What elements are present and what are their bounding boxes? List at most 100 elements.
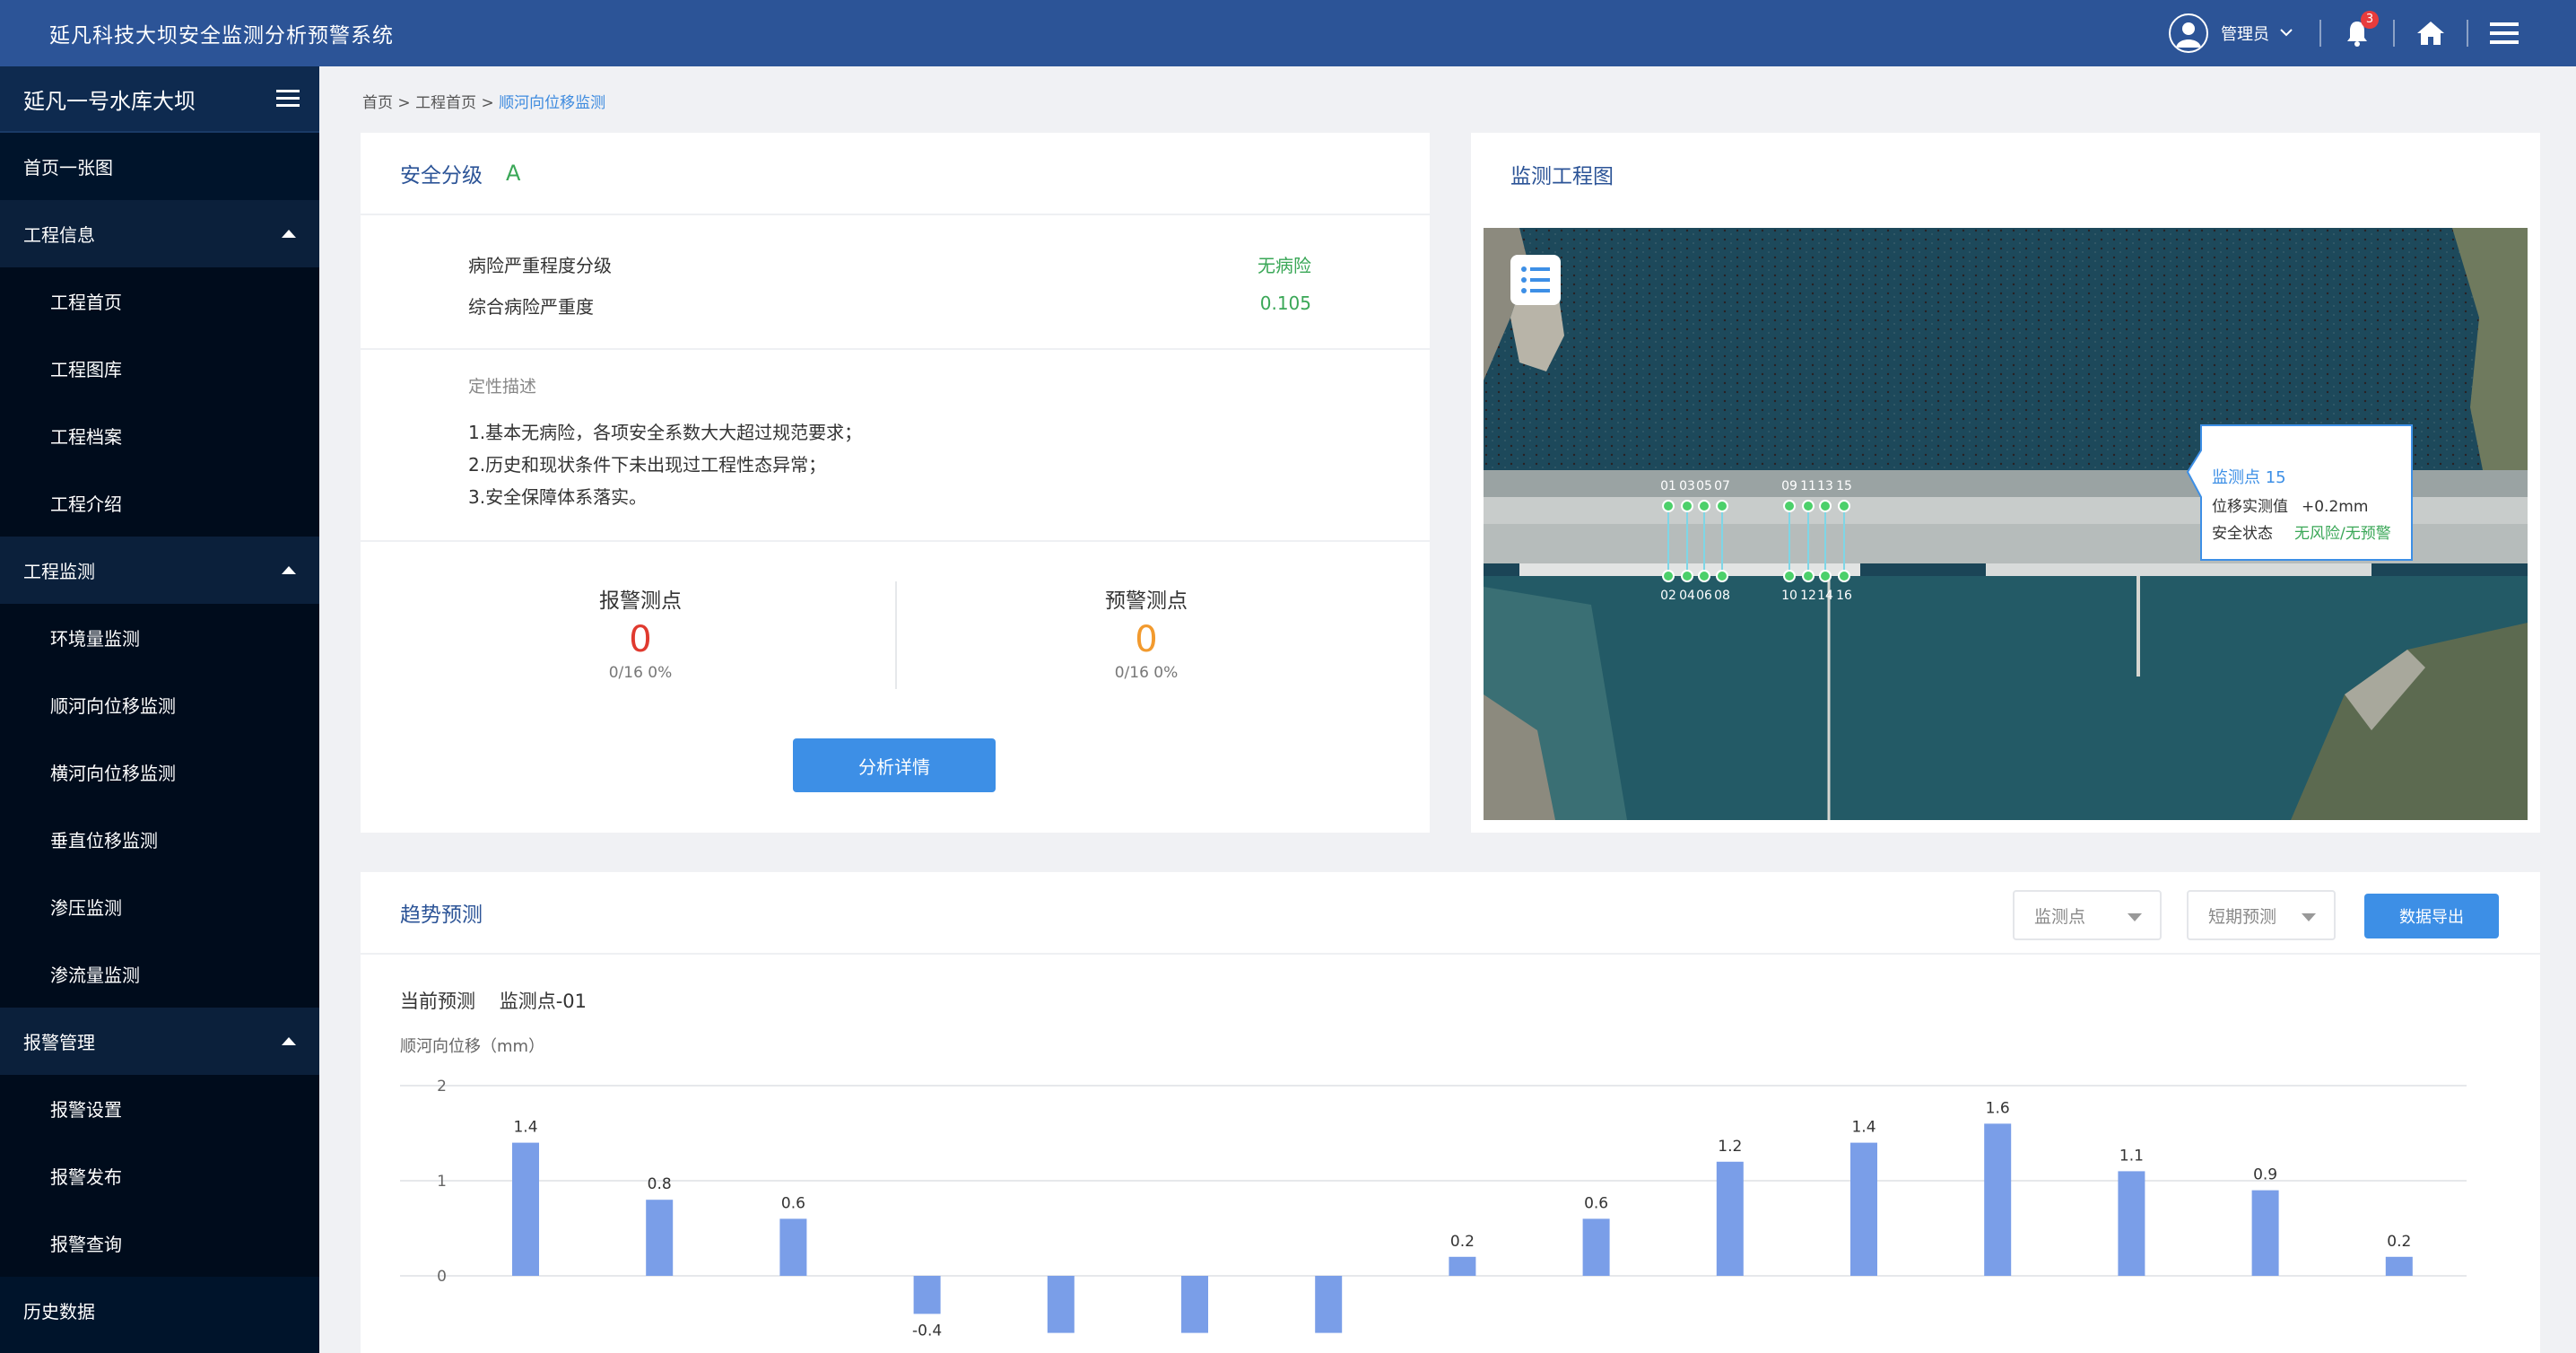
divider: [361, 348, 1430, 350]
map-canvas[interactable]: 01 02 03 04 05 06 07 08 09 10 11 12 13 14 15 16 监测点 15 …: [1484, 228, 2528, 820]
top-header: 延凡科技大坝安全监测分析预警系统 管理员 3: [0, 0, 2576, 66]
sidebar-item-label: 垂直位移监测: [50, 830, 158, 851]
monitoring-point-marker[interactable]: [1802, 500, 1815, 512]
bar-value-label: 1.4: [1851, 1119, 1875, 1137]
chart-bar[interactable]: [1984, 1123, 2012, 1276]
chart-bar[interactable]: [1181, 1276, 1208, 1333]
sidebar-item[interactable]: 历史数据: [0, 1277, 319, 1344]
sidebar-item-label: 历史数据: [23, 1301, 95, 1322]
sidebar-item[interactable]: 渗流量监测: [0, 940, 319, 1008]
sidebar-item[interactable]: 环境量监测: [0, 604, 319, 671]
sidebar-item[interactable]: 报警设置: [0, 1075, 319, 1142]
select-value: 监测点: [2034, 906, 2086, 927]
chart-bar[interactable]: [1716, 1161, 1744, 1276]
sidebar: 延凡一号水库大坝 首页一张图工程信息工程首页工程图库工程档案工程介绍工程监测环境…: [0, 66, 319, 1353]
user-name[interactable]: 管理员: [2221, 22, 2269, 45]
map-list-button[interactable]: [1510, 255, 1561, 305]
risk-level-value: 无病险: [1258, 255, 1311, 276]
sidebar-item[interactable]: 工程首页: [0, 267, 319, 335]
sidebar-item[interactable]: 横河向位移监测: [0, 738, 319, 806]
bar-value-label: 0.6: [781, 1194, 805, 1212]
sidebar-item[interactable]: 工程档案: [0, 402, 319, 469]
description-line: 3.安全保障体系落实。: [468, 486, 648, 508]
chart-bar[interactable]: [2385, 1256, 2413, 1276]
chart-bar[interactable]: [1449, 1256, 1476, 1276]
home-icon[interactable]: [2395, 0, 2467, 66]
monitoring-point-marker[interactable]: [1716, 500, 1728, 512]
sidebar-item-label: 报警查询: [50, 1234, 122, 1255]
bell-icon[interactable]: 3: [2321, 0, 2393, 66]
chart-bar[interactable]: [646, 1200, 674, 1276]
tooltip-label: 安全状态: [2212, 525, 2273, 543]
collapse-menu-icon[interactable]: [276, 88, 300, 115]
warning-points-ratio: 0/16 0%: [1114, 664, 1179, 682]
chart-bar[interactable]: [2118, 1171, 2145, 1276]
point-label: 15: [1836, 479, 1852, 493]
monitoring-point-marker[interactable]: [1802, 570, 1815, 582]
breadcrumb-current: 顺河向位移监测: [499, 94, 606, 112]
user-avatar-icon[interactable]: [2169, 13, 2208, 53]
sidebar-group[interactable]: 报警管理: [0, 1008, 319, 1075]
monitoring-point-marker[interactable]: [1783, 570, 1796, 582]
sidebar-item[interactable]: 顺河向位移监测: [0, 671, 319, 738]
sidebar-group[interactable]: 工程监测: [0, 537, 319, 604]
sidebar-item[interactable]: 工程图库: [0, 335, 319, 402]
monitoring-point-marker[interactable]: [1698, 570, 1710, 582]
chart-bar[interactable]: [779, 1218, 807, 1276]
chart-bar[interactable]: [1850, 1142, 1877, 1276]
point-label: 11: [1800, 479, 1816, 493]
chevron-down-icon[interactable]: [2280, 26, 2293, 40]
card-header: 监测工程图: [1471, 133, 2540, 215]
chart-bar[interactable]: [1047, 1276, 1075, 1333]
sidebar-item-label: 工程图库: [50, 359, 122, 380]
monitoring-point-marker[interactable]: [1838, 570, 1850, 582]
displacement-bar-chart: 2 1 0 1.4 0.8 0.6 -0.4 0.2 0.6 1.2 1.4 1.6 1.1 0.9 0.2: [400, 1078, 2467, 1340]
monitoring-point-marker[interactable]: [1662, 570, 1675, 582]
point-label: 07: [1714, 479, 1730, 493]
chart-bar[interactable]: [1582, 1218, 1610, 1276]
monitoring-point-marker[interactable]: [1716, 570, 1728, 582]
caret-up-icon[interactable]: [282, 566, 296, 574]
monitoring-point-marker[interactable]: [1698, 500, 1710, 512]
monitoring-point-marker[interactable]: [1819, 570, 1832, 582]
monitoring-point-marker[interactable]: [1838, 500, 1850, 512]
y-axis-label: 顺河向位移（mm）: [400, 1037, 545, 1056]
sidebar-item[interactable]: 工程介绍: [0, 469, 319, 537]
monitoring-point-marker[interactable]: [1783, 500, 1796, 512]
menu-icon[interactable]: [2468, 0, 2540, 66]
sidebar-item[interactable]: 垂直位移监测: [0, 806, 319, 873]
breadcrumb-item[interactable]: 首页: [362, 94, 393, 112]
chart-bar[interactable]: [2251, 1190, 2279, 1276]
analysis-detail-button[interactable]: 分析详情: [793, 738, 996, 792]
y-tick-label: 2: [437, 1078, 447, 1095]
bar-value-label: 1.1: [2119, 1147, 2144, 1165]
warning-points-stat: 预警测点 0 0/16 0%: [967, 583, 1326, 682]
monitoring-point-select[interactable]: 监测点: [2013, 890, 2162, 940]
sidebar-item[interactable]: 报警发布: [0, 1142, 319, 1209]
sidebar-group[interactable]: 工程信息: [0, 200, 319, 267]
forecast-period-select[interactable]: 短期预测: [2187, 890, 2336, 940]
chart-bar[interactable]: [512, 1142, 539, 1276]
chart-bar[interactable]: [913, 1276, 941, 1314]
dropdown-arrow-icon: [2128, 913, 2142, 921]
breadcrumb-item[interactable]: 工程首页: [415, 94, 476, 112]
sidebar-item-label: 工程信息: [23, 224, 95, 246]
risk-level-row: 病险严重程度分级 无病险: [468, 251, 1311, 277]
monitoring-point-marker[interactable]: [1819, 500, 1832, 512]
caret-up-icon[interactable]: [282, 1037, 296, 1045]
monitoring-point-marker[interactable]: [1681, 570, 1693, 582]
dam-satellite-map[interactable]: 01 02 03 04 05 06 07 08 09 10 11 12 13 14 15 16 监测点 15 …: [1484, 228, 2528, 820]
caret-up-icon[interactable]: [282, 230, 296, 238]
sidebar-item[interactable]: 首页一张图: [0, 133, 319, 200]
project-selector[interactable]: 延凡一号水库大坝: [0, 66, 319, 133]
sidebar-item-label: 工程档案: [50, 426, 122, 448]
sidebar-item[interactable]: 报警查询: [0, 1209, 319, 1277]
breadcrumb-separator: >: [397, 94, 411, 112]
sidebar-item-label: 工程监测: [23, 561, 95, 582]
monitoring-point-marker[interactable]: [1681, 500, 1693, 512]
export-data-button[interactable]: 数据导出: [2364, 894, 2499, 938]
sidebar-item[interactable]: 渗压监测: [0, 873, 319, 940]
monitoring-point-marker[interactable]: [1662, 500, 1675, 512]
breadcrumb: 首页 > 工程首页 > 顺河向位移监测: [362, 90, 605, 112]
chart-bar[interactable]: [1315, 1276, 1343, 1333]
